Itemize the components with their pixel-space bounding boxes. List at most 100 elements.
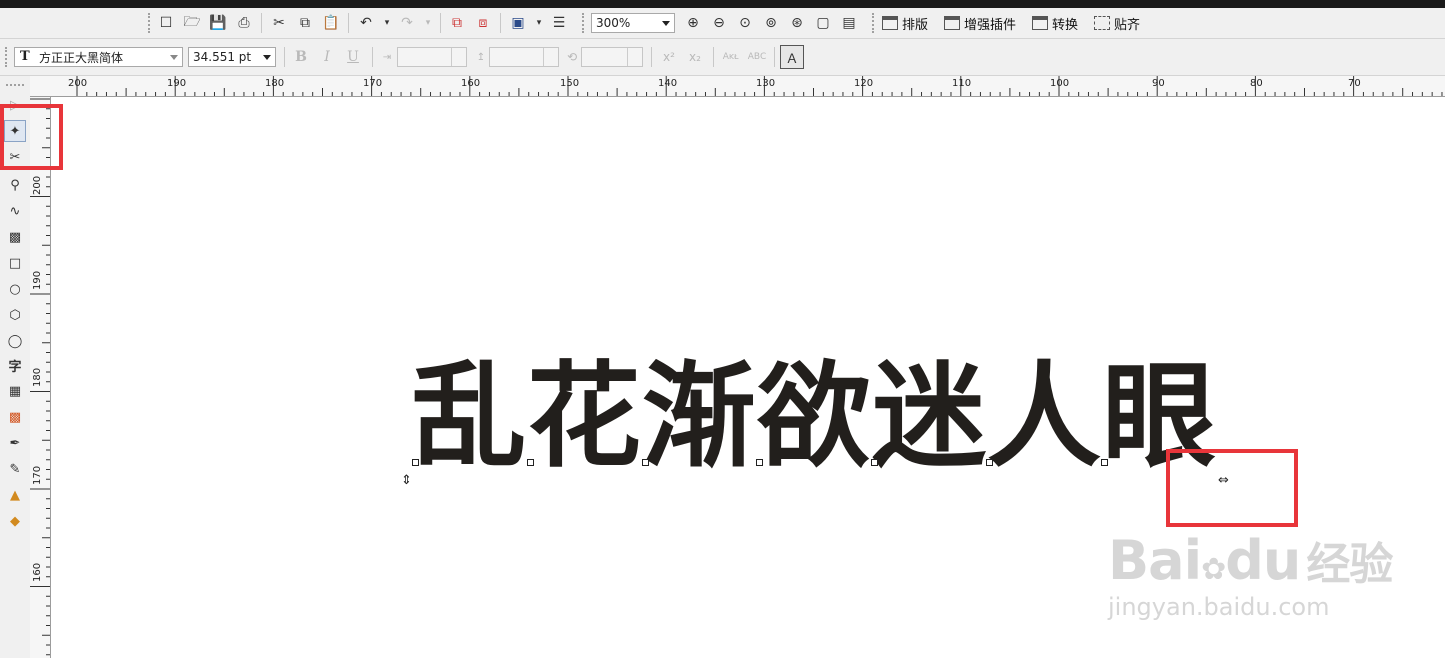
zoom-level-value: 300% [596,16,631,30]
ruler-label: 190 [167,78,187,89]
ruler-label: 80 [1250,78,1263,89]
basic-shapes-tool-icon[interactable]: ◯ [4,330,26,352]
polygon-tool-icon[interactable]: ⬡ [4,304,26,326]
text-tool-label: 字 [8,359,22,375]
subscript-icon[interactable]: x₂ [684,46,706,68]
redo-icon[interactable]: ↷ [396,12,418,34]
redo-dropdown-icon[interactable]: ▾ [417,12,439,34]
horizontal-shift-input[interactable] [397,47,467,67]
zoom-selected-icon[interactable]: ⊙ [734,12,756,34]
all-caps-icon[interactable]: ABC [746,46,768,68]
zoom-all-objects-icon[interactable]: ⊚ [760,12,782,34]
launcher-dropdown-icon[interactable]: ▾ [528,12,550,34]
watermark-logo: Bai✿du 经验 [1108,528,1393,592]
ellipse-tool-icon[interactable]: ○ [4,278,26,300]
interactive-fill-tool-icon[interactable]: ◆ [4,510,26,532]
copy-icon[interactable]: ⧉ [294,12,316,34]
smart-fill-tool-icon[interactable]: ▩ [4,226,26,248]
convert-icon [1032,16,1048,30]
zoom-in-icon[interactable]: ⊕ [682,12,704,34]
ruler-label: 180 [32,367,43,387]
export-icon[interactable]: ⧈ [472,12,494,34]
ruler-label: 110 [952,78,972,89]
ruler-label: 200 [68,78,88,89]
paste-icon[interactable]: 📋 [320,12,342,34]
ruler-label: 70 [1348,78,1361,89]
snap-icon [1094,16,1110,30]
node-handle[interactable] [527,459,534,466]
font-size-combo[interactable]: 34.551 pt [188,47,276,67]
fill-tool-icon[interactable]: ▲ [4,484,26,506]
line-spacing-handle-icon[interactable]: ⇕ [401,473,412,488]
rectangle-tool-icon[interactable]: □ [4,252,26,274]
character-angle-input[interactable] [581,47,643,67]
undo-dropdown-icon[interactable]: ▾ [376,12,398,34]
enhance-plugin-menu-button[interactable]: 增强插件 [944,12,1016,34]
chevron-down-icon[interactable] [170,55,178,60]
standard-toolbar: ☐ 🗁 💾 ⎙ ✂ ⧉ 📋 ↶ ▾ ↷ ▾ ⧉ ⧈ ▣ ▾ ☰ 300% ⊕ ⊖… [0,8,1445,39]
zoom-tool-icon[interactable]: ⚲ [4,174,26,196]
zoom-page-width-icon[interactable]: ▢ [812,12,834,34]
print-icon[interactable]: ⎙ [233,12,255,34]
save-icon[interactable]: 💾 [207,12,229,34]
import-icon[interactable]: ⧉ [446,12,468,34]
watermark-brand-suffix: du [1225,529,1301,592]
blend-tool-icon[interactable]: ▩ [4,406,26,428]
chevron-down-icon[interactable] [662,21,670,26]
window-top-strip [0,0,1445,8]
horizontal-shift-icon: ⇥ [382,51,392,63]
application-launcher-icon[interactable]: ▣ [507,12,529,34]
underline-icon[interactable]: U [342,46,364,68]
cut-icon[interactable]: ✂ [268,12,290,34]
node-handle[interactable] [871,459,878,466]
zoom-level-combo[interactable]: 300% [591,13,675,33]
watermark-site-name: 经验 [1306,539,1393,590]
text-tool-icon[interactable]: 字 [4,354,26,376]
node-handle[interactable] [1101,459,1108,466]
small-caps-icon[interactable]: Aᴋᴌ [720,46,742,68]
ruler-label: 190 [32,270,43,290]
chevron-down-icon[interactable] [263,55,271,60]
italic-icon[interactable]: I [316,46,338,68]
node-handle[interactable] [986,459,993,466]
open-folder-icon[interactable]: 🗁 [181,12,203,34]
superscript-icon[interactable]: x² [658,46,680,68]
new-document-icon[interactable]: ☐ [155,12,177,34]
zoom-out-icon[interactable]: ⊖ [708,12,730,34]
property-bar: T 方正正大黑简体 34.551 pt B I U ⇥ ↥ ⟲ x² x₂ Aᴋ… [0,39,1445,76]
text-orientation-icon[interactable]: Ａ [780,45,804,69]
ruler-label: 120 [854,78,874,89]
vertical-shift-input[interactable] [489,47,559,67]
eyedropper-tool-icon[interactable]: ✒ [4,432,26,454]
ruler-label: 160 [32,562,43,582]
undo-icon[interactable]: ↶ [355,12,377,34]
convert-menu-button[interactable]: 转换 [1032,12,1078,34]
plugin-icon [944,16,960,30]
layout-menu-button[interactable]: 排版 [882,12,928,34]
layout-icon [882,16,898,30]
ruler-label: 150 [560,78,580,89]
horizontal-ruler[interactable]: 200 190 180 170 160 150 140 130 120 110 … [30,76,1445,97]
node-handle[interactable] [412,459,419,466]
node-handle[interactable] [642,459,649,466]
vertical-ruler[interactable]: 200 190 180 170 160 [30,97,51,658]
watermark-brand: Bai [1108,529,1202,592]
table-tool-icon[interactable]: ▦ [4,380,26,402]
ruler-label: 90 [1152,78,1165,89]
ruler-label: 180 [265,78,285,89]
toolbar-grip[interactable] [148,13,153,33]
enhance-plugin-menu-label: 增强插件 [964,17,1017,33]
outline-pen-tool-icon[interactable]: ✎ [4,458,26,480]
zoom-page-height-icon[interactable]: ▤ [838,12,860,34]
zoom-page-icon[interactable]: ⊛ [786,12,808,34]
snap-menu-button[interactable]: 贴齐 [1094,12,1140,34]
freehand-tool-icon[interactable]: ∿ [4,200,26,222]
font-name-value: 方正正大黑简体 [39,50,124,65]
bold-icon[interactable]: B [290,46,312,68]
font-list-combo[interactable]: T 方正正大黑简体 [14,47,183,67]
ruler-label: 200 [32,175,43,195]
font-size-value: 34.551 pt [193,50,252,64]
options-icon[interactable]: ☰ [548,12,570,34]
ruler-label: 100 [1050,78,1070,89]
node-handle[interactable] [756,459,763,466]
